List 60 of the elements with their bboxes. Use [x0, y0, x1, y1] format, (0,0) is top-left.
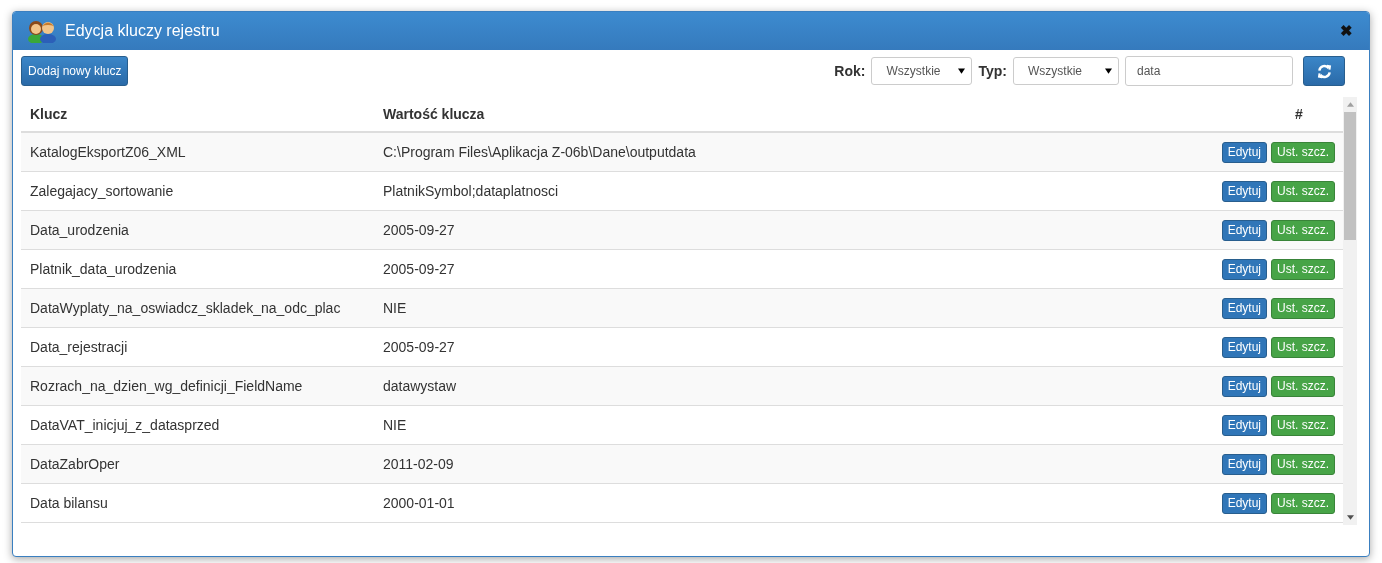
settings-button[interactable]: Ust. szcz. [1271, 414, 1335, 436]
column-header: Wartość klucza [383, 106, 486, 122]
table-cell-text: DataVAT_inicjuj_z_datasprzed [29, 417, 221, 433]
users-icon [27, 19, 57, 43]
table-cell-text: Data_urodzenia [29, 222, 130, 238]
add-key-button[interactable]: Dodaj nowy klucz [21, 56, 129, 86]
column-header: Klucz [29, 106, 69, 122]
table-cell-text: DataWyplaty_na_oswiadcz_skladek_na_odc_plac [29, 300, 342, 316]
settings-button[interactable]: Ust. szcz. [1271, 219, 1335, 241]
edit-button[interactable]: Edytuj [1221, 453, 1267, 475]
table-cell-text: PlatnikSymbol;dataplatnosci [383, 183, 560, 199]
window-title: Edycja kluczy rejestru [65, 22, 221, 40]
scroll-down-icon[interactable] [1346, 515, 1354, 520]
scrollbar[interactable] [1343, 97, 1357, 525]
caret-icon [1105, 68, 1112, 74]
year-label: Rok: [834, 63, 866, 79]
table-cell-text: 2005-09-27 [383, 339, 456, 355]
year-select[interactable]: Wszystkie [871, 57, 973, 85]
table-cell-text: DataZabrOper [29, 456, 121, 472]
table-cell-text: NIE [383, 300, 408, 316]
table-cell-text: Rozrach_na_dzien_wg_definicji_FieldName [29, 378, 304, 394]
table-cell-text: Data bilansu [29, 495, 109, 511]
refresh-button[interactable] [1303, 56, 1345, 86]
edit-button[interactable]: Edytuj [1221, 297, 1267, 319]
close-button[interactable]: ✖ [1338, 22, 1355, 40]
table-cell-text: Platnik_data_urodzenia [29, 261, 178, 277]
scrollbar-thumb[interactable] [1344, 112, 1356, 240]
edit-button[interactable]: Edytuj [1221, 219, 1267, 241]
caret-icon [958, 68, 966, 74]
table-cell-text: NIE [383, 417, 408, 433]
search-field[interactable]: data [1125, 56, 1293, 86]
table-cell-text: C:\Program Files\Aplikacja Z-06b\Dane\outputdata [383, 144, 697, 160]
settings-button[interactable]: Ust. szcz. [1271, 258, 1335, 280]
type-select[interactable]: Wszystkie [1013, 57, 1119, 85]
edit-button[interactable]: Edytuj [1221, 492, 1267, 514]
settings-button[interactable]: Ust. szcz. [1271, 141, 1335, 163]
table-cell-text: 2000-01-01 [383, 495, 456, 511]
table-cell-text: KatalogEksportZ06_XML [29, 144, 187, 160]
table-cell-text: 2005-09-27 [383, 222, 456, 238]
edit-button[interactable]: Edytuj [1221, 336, 1267, 358]
column-header: # [1294, 106, 1304, 122]
scroll-up-icon[interactable] [1346, 102, 1354, 107]
settings-button[interactable]: Ust. szcz. [1271, 453, 1335, 475]
settings-button[interactable]: Ust. szcz. [1271, 375, 1335, 397]
type-label: Typ: [978, 63, 1007, 79]
table-cell-text: 2005-09-27 [383, 261, 456, 277]
table-cell-text: 2011-02-09 [383, 456, 455, 472]
edit-button[interactable]: Edytuj [1221, 258, 1267, 280]
edit-button[interactable]: Edytuj [1221, 180, 1267, 202]
edit-button[interactable]: Edytuj [1221, 141, 1267, 163]
settings-button[interactable]: Ust. szcz. [1271, 297, 1335, 319]
edit-button[interactable]: Edytuj [1221, 375, 1267, 397]
table-cell-text: datawystaw [383, 378, 458, 394]
settings-button[interactable]: Ust. szcz. [1271, 336, 1335, 358]
edit-button[interactable]: Edytuj [1221, 414, 1267, 436]
table-cell-text: Zalegajacy_sortowanie [29, 183, 175, 199]
refresh-icon [1316, 63, 1332, 79]
table-cell-text: Data_rejestracji [29, 339, 129, 355]
settings-button[interactable]: Ust. szcz. [1271, 492, 1335, 514]
settings-button[interactable]: Ust. szcz. [1271, 180, 1335, 202]
